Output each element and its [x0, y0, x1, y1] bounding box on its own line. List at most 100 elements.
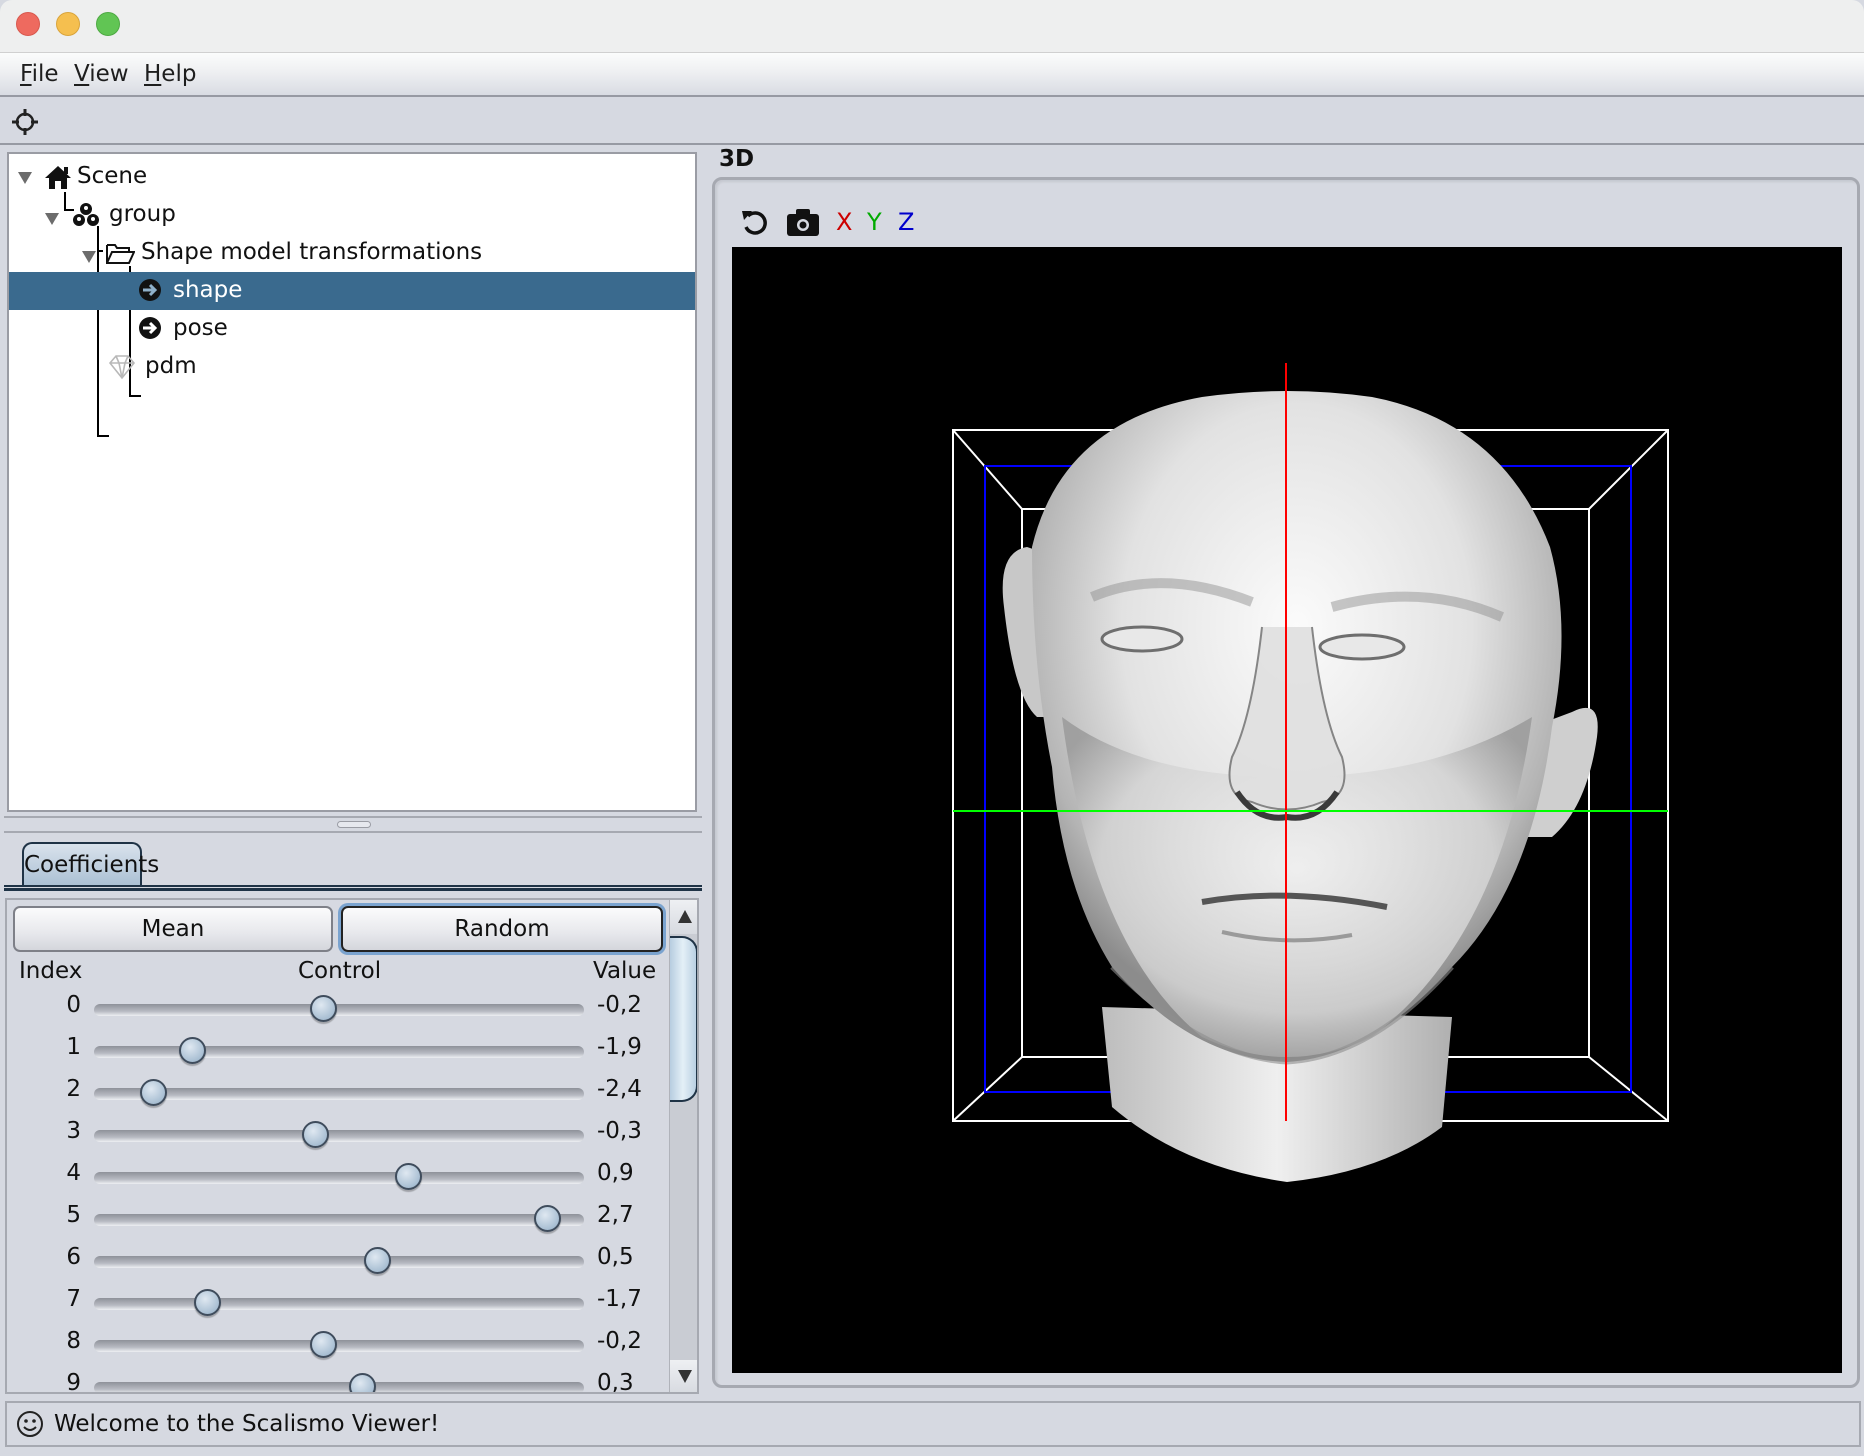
slider-thumb[interactable] [394, 1163, 422, 1190]
tree-node-label: Shape model transformations [141, 239, 483, 265]
coefficient-value: -0,2 [597, 1328, 642, 1354]
title-bar [0, 0, 1864, 53]
column-header-index: Index [19, 958, 83, 984]
camera-icon [787, 209, 819, 236]
coefficient-slider[interactable] [94, 1046, 584, 1058]
expand-toggle-icon[interactable] [82, 251, 96, 263]
coefficient-value: 0,3 [597, 1370, 634, 1394]
coefficient-value: -1,7 [597, 1286, 642, 1312]
minimize-window-button[interactable] [56, 12, 80, 36]
coefficient-value: 0,9 [597, 1160, 634, 1186]
coefficient-slider[interactable] [94, 1172, 584, 1184]
coefficient-index: 7 [66, 1286, 81, 1312]
tree-node-scene[interactable]: Scene [9, 158, 695, 196]
menu-bar: File View Help [0, 53, 1864, 97]
tab-bar: Coefficients [4, 840, 702, 894]
coefficients-scrollbar[interactable] [669, 900, 697, 1392]
menu-view[interactable]: View [74, 61, 129, 87]
expand-toggle-icon[interactable] [45, 213, 59, 225]
close-window-button[interactable] [16, 12, 40, 36]
x-axis-view-button[interactable]: X [836, 205, 852, 239]
expand-toggle-icon[interactable] [18, 172, 32, 184]
slider-thumb[interactable] [533, 1205, 561, 1232]
scroll-down-arrow-icon[interactable] [670, 1360, 697, 1392]
slider-thumb[interactable] [178, 1037, 206, 1064]
maximize-window-button[interactable] [96, 12, 120, 36]
reset-view-button[interactable] [740, 207, 770, 241]
coefficient-row: 7 -1,7 [7, 1280, 667, 1322]
tree-node-group[interactable]: group [9, 196, 695, 234]
tree-node-shape-model-transformations[interactable]: Shape model transformations [9, 234, 695, 272]
toolbar [0, 99, 1864, 145]
coefficient-index: 5 [66, 1202, 81, 1228]
menu-help[interactable]: Help [144, 61, 196, 87]
coefficient-row: 6 0,5 [7, 1238, 667, 1280]
menu-file[interactable]: File [20, 61, 59, 87]
group-icon [73, 203, 99, 226]
crosshair-tool-button[interactable] [10, 107, 40, 137]
tree-node-shape[interactable]: shape [9, 272, 695, 310]
coefficient-slider[interactable] [94, 1298, 584, 1310]
z-axis-view-button[interactable]: Z [898, 205, 914, 239]
column-header-value: Value [593, 958, 657, 984]
tree-connector [97, 435, 109, 437]
coefficient-slider[interactable] [94, 1088, 584, 1100]
arrow-circle-icon [139, 279, 161, 301]
slider-thumb[interactable] [348, 1373, 376, 1392]
coefficient-slider[interactable] [94, 1214, 584, 1226]
tree-connector [129, 395, 141, 397]
crosshair-icon [12, 109, 38, 135]
coefficient-index: 1 [66, 1034, 81, 1060]
coefficient-value: 2,7 [597, 1202, 634, 1228]
menu-view-label: iew [89, 61, 129, 87]
coefficient-row: 2 -2,4 [7, 1070, 667, 1112]
coefficient-value: -2,4 [597, 1076, 642, 1102]
coefficient-slider[interactable] [94, 1004, 584, 1016]
scrollbar-thumb[interactable] [670, 936, 697, 1102]
app-window: File View Help Scene group Shape model t… [0, 0, 1864, 1456]
screenshot-button[interactable] [786, 207, 820, 241]
tree-node-label: group [109, 201, 176, 227]
column-header-control: Control [298, 958, 382, 984]
coefficient-slider[interactable] [94, 1256, 584, 1268]
coefficient-slider[interactable] [94, 1382, 584, 1392]
3d-viewport[interactable] [732, 247, 1842, 1373]
coefficient-slider[interactable] [94, 1130, 584, 1142]
smiley-icon [17, 1411, 43, 1437]
tree-node-pdm[interactable]: pdm [9, 348, 695, 386]
tree-node-pose[interactable]: pose [9, 310, 695, 348]
scroll-up-arrow-icon[interactable] [670, 900, 697, 934]
coefficient-value: -1,9 [597, 1034, 642, 1060]
divider-grip[interactable] [337, 821, 371, 828]
slider-thumb[interactable] [310, 1331, 338, 1358]
y-axis-view-button[interactable]: Y [867, 205, 882, 239]
coefficient-index: 6 [66, 1244, 81, 1270]
coefficient-value: 0,5 [597, 1244, 634, 1270]
menu-file-label: ile [31, 61, 59, 87]
coefficient-slider[interactable] [94, 1340, 584, 1352]
coefficient-index: 9 [66, 1370, 81, 1394]
scene-tree[interactable]: Scene group Shape model transformations [7, 152, 697, 812]
coefficient-row: 1 -1,9 [7, 1028, 667, 1070]
slider-thumb[interactable] [140, 1079, 168, 1106]
gem-icon [108, 355, 136, 380]
coefficient-row: 4 0,9 [7, 1154, 667, 1196]
slider-thumb[interactable] [310, 995, 338, 1022]
slider-thumb[interactable] [364, 1247, 392, 1274]
coefficient-index: 2 [66, 1076, 81, 1102]
random-button[interactable]: Random [341, 906, 663, 952]
mean-button[interactable]: Mean [13, 906, 333, 952]
tree-node-label: pdm [145, 353, 197, 379]
slider-thumb[interactable] [302, 1121, 330, 1148]
split-pane-divider[interactable] [4, 816, 702, 833]
3d-scene [952, 363, 1669, 1182]
slider-thumb[interactable] [194, 1289, 222, 1316]
coefficient-row: 5 2,7 [7, 1196, 667, 1238]
coefficient-value: -0,2 [597, 992, 642, 1018]
coefficients-panel: Mean Random Index Control Value 0 -0,2 1 -1… [5, 898, 699, 1394]
home-icon [45, 166, 71, 189]
tab-coefficients[interactable]: Coefficients [22, 842, 159, 887]
menu-help-mnemonic: H [144, 61, 162, 87]
face-mesh [1002, 391, 1598, 1182]
menu-file-mnemonic: F [20, 61, 32, 87]
